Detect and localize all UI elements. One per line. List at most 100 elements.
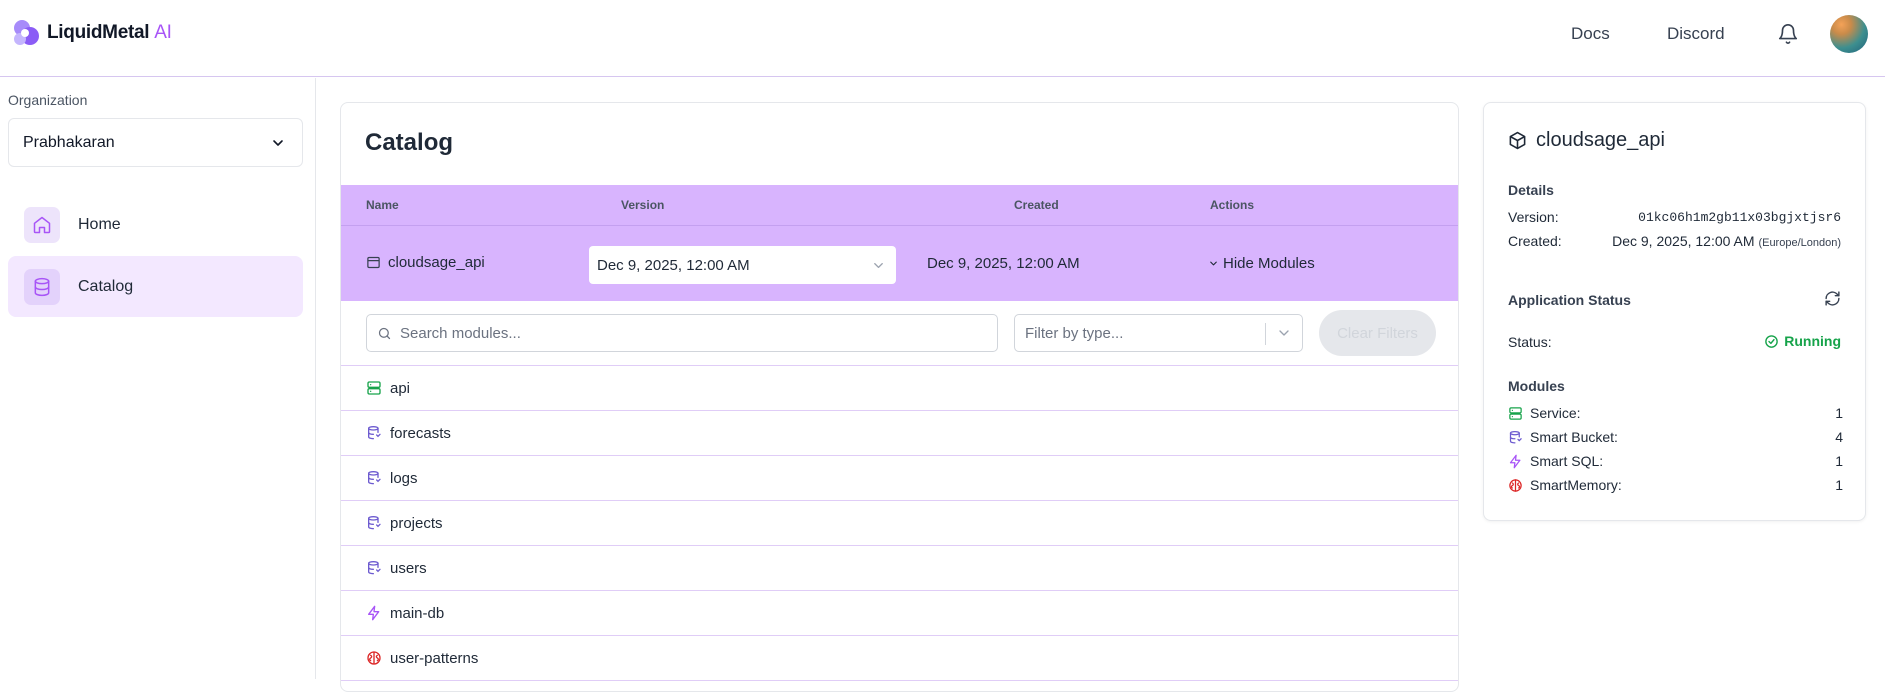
- refresh-icon[interactable]: [1824, 290, 1841, 307]
- sidebar-item-label: Catalog: [78, 277, 134, 295]
- status-value: Running: [1784, 333, 1841, 349]
- filter-type-select[interactable]: [1014, 314, 1303, 352]
- lightning-icon: [1509, 454, 1521, 468]
- avatar[interactable]: [1830, 15, 1868, 53]
- app-name: cloudsage_api: [388, 254, 485, 271]
- chevron-down-icon: [273, 139, 283, 146]
- table-header: Name Version Created Actions: [341, 185, 1458, 226]
- module-count-bucket: Smart Bucket: 4: [1508, 427, 1843, 447]
- module-type-label: Smart Bucket:: [1530, 429, 1618, 445]
- created-value: Dec 9, 2025, 12:00 AM: [927, 255, 1080, 272]
- version-label: Version:: [1508, 209, 1559, 225]
- status-label: Status:: [1508, 334, 1552, 350]
- nav-discord-link[interactable]: Discord: [1667, 24, 1725, 44]
- app-window-icon: [367, 256, 380, 269]
- top-bar: LiquidMetal AI Docs Discord: [0, 0, 1885, 77]
- service-icon: [1509, 406, 1522, 420]
- app-status-label: Application Status: [1508, 292, 1631, 308]
- check-circle-icon: [1765, 334, 1779, 348]
- created-date: Dec 9, 2025, 12:00 AM: [1612, 233, 1755, 249]
- smart-bucket-icon: [368, 516, 381, 530]
- module-name: main-db: [390, 604, 445, 622]
- smart-bucket-icon: [368, 426, 381, 440]
- home-icon: [24, 206, 60, 243]
- logo-suffix: AI: [154, 22, 172, 43]
- hide-modules-label: Hide Modules: [1223, 255, 1315, 272]
- search-icon: [378, 327, 391, 339]
- created-timezone: (Europe/London): [1758, 237, 1841, 249]
- list-item[interactable]: projects: [341, 501, 1458, 546]
- module-count: 4: [1835, 429, 1843, 445]
- brain-icon: [1509, 478, 1522, 492]
- module-count-service: Service: 1: [1508, 403, 1843, 423]
- lightning-icon: [368, 605, 380, 621]
- module-name: projects: [390, 514, 443, 532]
- logo-text: LiquidMetal: [47, 22, 150, 43]
- organization-value: Prabhakaran: [23, 133, 115, 151]
- bell-icon[interactable]: [1777, 23, 1799, 45]
- package-icon: [1509, 131, 1526, 150]
- module-count-memory: SmartMemory: 1: [1508, 475, 1843, 495]
- list-item[interactable]: logs: [341, 456, 1458, 501]
- sidebar-item-label: Home: [78, 215, 121, 233]
- chevron-down-icon[interactable]: [1276, 325, 1292, 341]
- list-item[interactable]: api: [341, 366, 1458, 411]
- module-count: 1: [1835, 477, 1843, 493]
- module-name: users: [390, 559, 427, 577]
- sidebar-item-home[interactable]: Home: [8, 194, 303, 255]
- module-name: user-patterns: [390, 649, 479, 667]
- search-input[interactable]: [400, 324, 958, 342]
- version-select[interactable]: Dec 9, 2025, 12:00 AM: [589, 246, 896, 284]
- smart-bucket-icon: [368, 471, 381, 485]
- service-icon: [367, 381, 381, 395]
- brain-icon: [367, 651, 381, 665]
- search-box[interactable]: [366, 314, 998, 352]
- filter-type-input[interactable]: [1025, 324, 1275, 342]
- catalog-card: Catalog Name Version Created Actions clo…: [340, 102, 1459, 692]
- liquidmetal-logo-icon: [14, 20, 39, 45]
- module-count: 1: [1835, 453, 1843, 469]
- created-datetime: Dec 9, 2025, 12:00 AM (Europe/London): [1612, 233, 1841, 249]
- smart-bucket-icon: [1509, 430, 1522, 443]
- column-header-name: Name: [366, 198, 399, 212]
- status-badge: Running: [1764, 333, 1841, 349]
- column-header-created: Created: [1014, 198, 1059, 212]
- module-type-label: Service:: [1530, 405, 1581, 421]
- details-title: cloudsage_api: [1508, 129, 1665, 152]
- database-icon: [24, 268, 60, 305]
- app-details-card: cloudsage_api Details Version: 01kc06h1m…: [1483, 102, 1866, 521]
- organization-select[interactable]: Prabhakaran: [8, 118, 303, 167]
- sidebar-item-catalog[interactable]: Catalog: [8, 256, 303, 317]
- hide-modules-button[interactable]: Hide Modules: [1208, 255, 1315, 272]
- list-item[interactable]: users: [341, 546, 1458, 591]
- module-name: logs: [390, 469, 418, 487]
- module-count-sql: Smart SQL: 1: [1508, 451, 1843, 471]
- module-filter-bar: Clear Filters: [341, 301, 1458, 366]
- app-name-cell: cloudsage_api: [366, 254, 485, 271]
- column-header-actions: Actions: [1210, 198, 1255, 212]
- module-type-label: SmartMemory:: [1530, 477, 1622, 493]
- list-item[interactable]: main-db: [341, 591, 1458, 636]
- created-label: Created:: [1508, 233, 1562, 249]
- chevron-down-icon: [1210, 261, 1217, 266]
- nav-docs-link[interactable]: Docs: [1571, 24, 1610, 44]
- module-name: forecasts: [390, 424, 451, 442]
- version-value: Dec 9, 2025, 12:00 AM: [597, 256, 750, 274]
- module-type-label: Smart SQL:: [1530, 453, 1604, 469]
- filter-separator: [1265, 323, 1266, 345]
- page-title: Catalog: [365, 129, 454, 156]
- table-row[interactable]: cloudsage_api Dec 9, 2025, 12:00 AM Dec …: [341, 226, 1458, 301]
- smart-bucket-icon: [368, 561, 381, 575]
- clear-filters-button[interactable]: Clear Filters: [1319, 310, 1436, 356]
- chevron-down-icon: [874, 262, 883, 268]
- list-item[interactable]: user-patterns: [341, 636, 1458, 681]
- organization-label: Organization: [8, 92, 88, 108]
- module-count: 1: [1835, 405, 1843, 421]
- list-item[interactable]: forecasts: [341, 411, 1458, 456]
- sidebar: Organization Prabhakaran Home Catalog: [0, 78, 316, 679]
- modules-section-label: Modules: [1508, 378, 1565, 394]
- details-section-label: Details: [1508, 182, 1554, 198]
- details-app-name: cloudsage_api: [1536, 129, 1665, 151]
- version-id: 01kc06h1m2gb11x03bgjxtjsr6: [1638, 210, 1841, 225]
- logo[interactable]: LiquidMetal AI: [11, 18, 172, 48]
